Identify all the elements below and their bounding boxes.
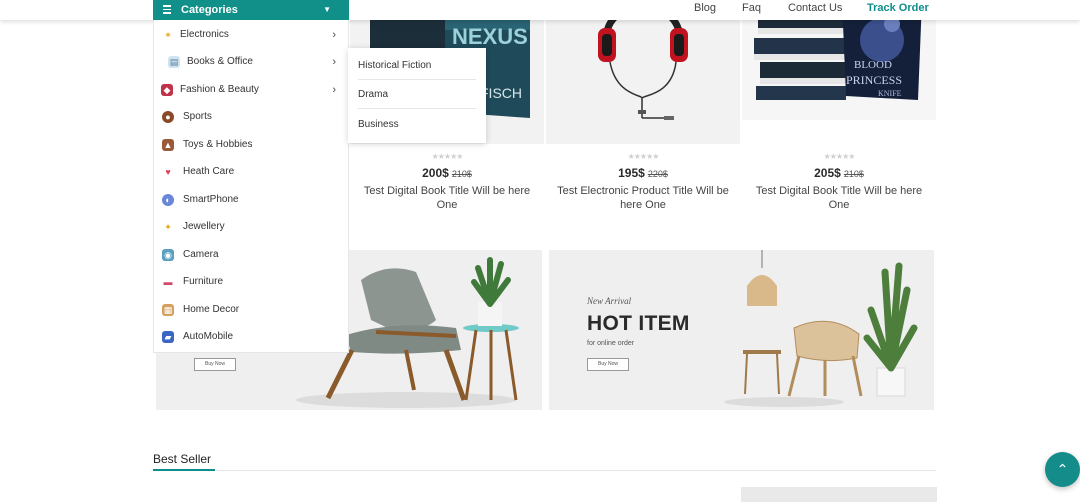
category-label: Toys & Hobbies bbox=[183, 139, 253, 150]
current-price: 200$ bbox=[422, 166, 449, 180]
submenu-item-drama[interactable]: Drama bbox=[358, 80, 476, 109]
category-item-books-office[interactable]: ▤ Books & Office › bbox=[154, 52, 348, 72]
chevron-right-icon: › bbox=[332, 84, 336, 96]
category-item-fashion-beauty[interactable]: ◆ Fashion & Beauty › bbox=[154, 80, 348, 100]
current-price: 195$ bbox=[618, 166, 645, 180]
best-seller-heading: Best Seller bbox=[153, 452, 212, 466]
category-label: Books & Office bbox=[187, 56, 253, 67]
category-item-jewellery[interactable]: ✦ Jewellery bbox=[154, 217, 348, 237]
category-item-toys-hobbies[interactable]: ▲ Toys & Hobbies bbox=[154, 135, 348, 155]
categories-menu: ✶ Electronics › ▤ Books & Office › ◆ Fas… bbox=[153, 20, 349, 353]
section-underline bbox=[153, 469, 215, 471]
nav-link-track-order[interactable]: Track Order bbox=[867, 0, 929, 16]
category-label: Electronics bbox=[180, 29, 229, 40]
chevron-right-icon: › bbox=[332, 29, 336, 41]
nav-link-faq[interactable]: Faq bbox=[742, 0, 761, 16]
chevron-up-icon: ⌃ bbox=[1056, 461, 1069, 477]
svg-text:KNIFE: KNIFE bbox=[878, 89, 902, 98]
product-title[interactable]: Test Electronic Product Title Will be he… bbox=[548, 184, 738, 212]
category-item-sports[interactable]: ● Sports bbox=[154, 107, 348, 127]
health-icon: ♥ bbox=[165, 167, 171, 177]
svg-text:FISCH: FISCH bbox=[480, 85, 522, 101]
banner-subtitle: for online order bbox=[587, 340, 635, 347]
product-title[interactable]: Test Digital Book Title Will be here One bbox=[352, 184, 542, 212]
category-label: SmartPhone bbox=[183, 194, 239, 205]
banner-title: HOT ITEM bbox=[587, 312, 690, 335]
category-label: Fashion & Beauty bbox=[180, 84, 259, 95]
product-title[interactable]: Test Digital Book Title Will be here One bbox=[744, 184, 934, 212]
product-price: 195$ 220$ bbox=[548, 166, 738, 181]
chevron-right-icon: › bbox=[332, 56, 336, 68]
furniture-icon: ▬ bbox=[163, 277, 173, 287]
submenu-item-business[interactable]: Business bbox=[358, 110, 476, 139]
old-price: 220$ bbox=[647, 169, 668, 179]
section-divider bbox=[153, 470, 936, 471]
old-price: 210$ bbox=[843, 169, 864, 179]
home-decor-icon: ▦ bbox=[162, 304, 174, 316]
category-item-health-care[interactable]: ♥ Heath Care bbox=[154, 162, 348, 182]
product-price: 205$ 210$ bbox=[744, 166, 934, 181]
category-label: Camera bbox=[183, 249, 219, 260]
menu-icon bbox=[163, 3, 171, 16]
camera-icon: ◉ bbox=[162, 249, 174, 261]
svg-text:PRINCESS: PRINCESS bbox=[846, 73, 902, 87]
product-price: 200$ 210$ bbox=[352, 166, 542, 181]
nav-link-blog[interactable]: Blog bbox=[694, 0, 716, 16]
promo-banner-hot-item[interactable]: New Arrival HOT ITEM for online order Bu… bbox=[549, 250, 934, 410]
categories-toggle[interactable]: Categories ▼ bbox=[153, 0, 349, 20]
category-item-electronics[interactable]: ✶ Electronics › bbox=[154, 25, 348, 45]
toys-icon: ▲ bbox=[162, 139, 174, 151]
product-card-placeholder[interactable] bbox=[741, 487, 937, 502]
rating-stars: ★★★★★ bbox=[627, 152, 660, 161]
automobile-icon: ▰ bbox=[162, 331, 174, 343]
category-item-home-decor[interactable]: ▦ Home Decor bbox=[154, 300, 348, 320]
category-label: Sports bbox=[183, 111, 212, 122]
scroll-to-top-button[interactable]: ⌃ bbox=[1045, 452, 1080, 487]
banner-kicker: New Arrival bbox=[587, 296, 632, 306]
jewellery-icon: ✦ bbox=[164, 222, 172, 232]
category-item-furniture[interactable]: ▬ Furniture bbox=[154, 272, 348, 292]
nav-link-contact[interactable]: Contact Us bbox=[788, 0, 842, 16]
smartphone-icon: ◐ bbox=[162, 194, 174, 206]
fashion-icon: ◆ bbox=[161, 84, 173, 96]
buy-now-button[interactable]: Buy Now bbox=[587, 358, 629, 371]
rating-stars: ★★★★★ bbox=[823, 152, 856, 161]
current-price: 205$ bbox=[814, 166, 841, 180]
sports-icon: ● bbox=[162, 111, 174, 123]
category-item-smartphone[interactable]: ◐ SmartPhone bbox=[154, 190, 348, 210]
svg-text:NEXUS: NEXUS bbox=[452, 24, 528, 49]
category-item-camera[interactable]: ◉ Camera bbox=[154, 245, 348, 265]
category-label: Furniture bbox=[183, 276, 224, 287]
books-icon: ▤ bbox=[168, 56, 180, 68]
old-price: 210$ bbox=[451, 169, 472, 179]
buy-now-button[interactable]: Buy Now bbox=[194, 358, 236, 371]
books-submenu: Historical Fiction Drama Business bbox=[348, 48, 486, 143]
electronics-icon: ✶ bbox=[164, 30, 172, 40]
page: NEXUS FISCH BLOOD PRINCESS KNIFE ★★★★★ 2… bbox=[0, 0, 1080, 502]
submenu-item-historical-fiction[interactable]: Historical Fiction bbox=[358, 51, 476, 80]
categories-label: Categories bbox=[181, 4, 238, 16]
category-label: Home Decor bbox=[183, 304, 240, 315]
category-label: Heath Care bbox=[183, 166, 235, 177]
chevron-down-icon: ▼ bbox=[323, 5, 331, 14]
category-item-automobile[interactable]: ▰ AutoMobile bbox=[154, 327, 348, 347]
category-label: Jewellery bbox=[183, 221, 225, 232]
product-image-2[interactable] bbox=[546, 0, 740, 144]
rating-stars: ★★★★★ bbox=[431, 152, 464, 161]
svg-text:BLOOD: BLOOD bbox=[854, 59, 892, 71]
category-label: AutoMobile bbox=[183, 331, 234, 342]
